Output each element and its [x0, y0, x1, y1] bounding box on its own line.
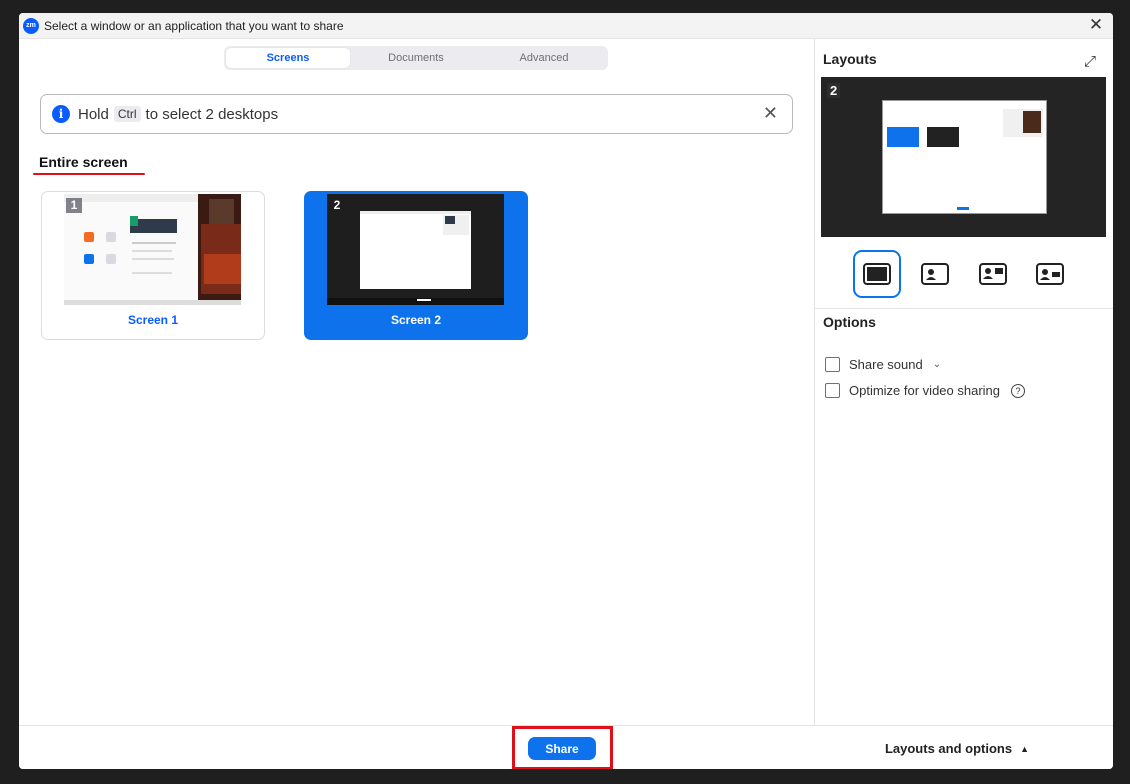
info-suffix: to select 2 desktops: [145, 105, 279, 123]
optimize-video-option: Optimize for video sharing ?: [825, 383, 1026, 398]
caret-up-icon: ▲: [1020, 743, 1029, 754]
layout-fullscreen-button[interactable]: [853, 250, 901, 298]
panel-divider: [815, 308, 1113, 309]
screen-1-preview-image: [64, 194, 241, 305]
window-title: Select a window or an application that y…: [44, 18, 344, 33]
layouts-and-options-label: Layouts and options: [884, 741, 1013, 756]
zoom-logo-icon: zm: [23, 17, 39, 34]
footer-bar: Share Layouts and options ▲: [19, 725, 1113, 769]
optimize-video-checkbox[interactable]: [825, 383, 840, 398]
screen-1-number: 1: [66, 198, 82, 213]
layout-side-speaker-button[interactable]: [912, 251, 958, 297]
screen-1-thumbnail: 1: [64, 194, 241, 305]
screen-1-card[interactable]: 1 Screen 1: [41, 191, 265, 340]
ctrl-key-badge: Ctrl: [113, 106, 141, 122]
annotation-underline: [33, 173, 145, 175]
source-tabs: Screens Documents Advanced: [224, 46, 608, 70]
layout-side-speaker-icon: [921, 263, 950, 285]
screen-1-label: Screen 1: [127, 313, 179, 327]
screen-2-card[interactable]: 2 Screen 2: [304, 191, 528, 340]
preview-window-image: [887, 109, 1043, 210]
expand-icon[interactable]: ⤢: [1084, 53, 1096, 70]
layouts-heading: Layouts: [823, 51, 877, 67]
share-button[interactable]: Share: [528, 737, 596, 760]
help-icon[interactable]: ?: [1011, 383, 1026, 398]
chevron-down-icon[interactable]: ⌄: [933, 359, 941, 370]
close-icon[interactable]: ✕: [1087, 16, 1105, 34]
layout-options: [853, 250, 1073, 298]
optimize-video-label: Optimize for video sharing: [849, 383, 1001, 398]
options-heading: Options: [823, 314, 876, 330]
screen-2-number: 2: [333, 198, 341, 212]
share-sound-checkbox[interactable]: [825, 357, 840, 372]
layout-picture-in-picture-button[interactable]: [970, 251, 1016, 297]
info-text: Hold Ctrl to select 2 desktops: [78, 106, 278, 123]
tab-documents[interactable]: Documents: [354, 48, 478, 68]
preview-window: [882, 100, 1047, 214]
layout-pip-icon: [978, 263, 1007, 285]
preview-screen-number: 2: [827, 83, 841, 98]
entire-screen-heading: Entire screen: [39, 154, 128, 170]
info-icon: i: [52, 105, 70, 123]
layout-standard-button[interactable]: [1027, 251, 1073, 297]
title-bar: zm Select a window or an application tha…: [19, 13, 1113, 39]
screen-2-label: Screen 2: [390, 313, 442, 327]
share-sound-option: Share sound ⌄: [825, 357, 941, 372]
layout-standard-icon: [1035, 263, 1064, 285]
layouts-and-options-toggle[interactable]: Layouts and options ▲: [885, 741, 1029, 756]
main-panel: Screens Documents Advanced i Hold Ctrl t…: [19, 39, 814, 725]
dismiss-info-icon[interactable]: ✕: [763, 103, 778, 124]
info-prefix: Hold: [78, 105, 109, 123]
screen-2-preview-image: [327, 194, 504, 305]
tab-advanced[interactable]: Advanced: [482, 48, 606, 68]
layout-fullscreen-icon: [863, 263, 891, 285]
share-sound-label: Share sound: [849, 357, 923, 372]
share-dialog: zm Select a window or an application tha…: [19, 13, 1113, 769]
tab-screens[interactable]: Screens: [226, 48, 350, 68]
info-banner: i Hold Ctrl to select 2 desktops ✕: [40, 94, 793, 134]
layout-preview: 2: [821, 77, 1106, 237]
layouts-panel: Layouts ⤢ 2 Options Share sound ⌄ Optimi…: [814, 39, 1113, 725]
screen-2-thumbnail: 2: [327, 194, 504, 305]
